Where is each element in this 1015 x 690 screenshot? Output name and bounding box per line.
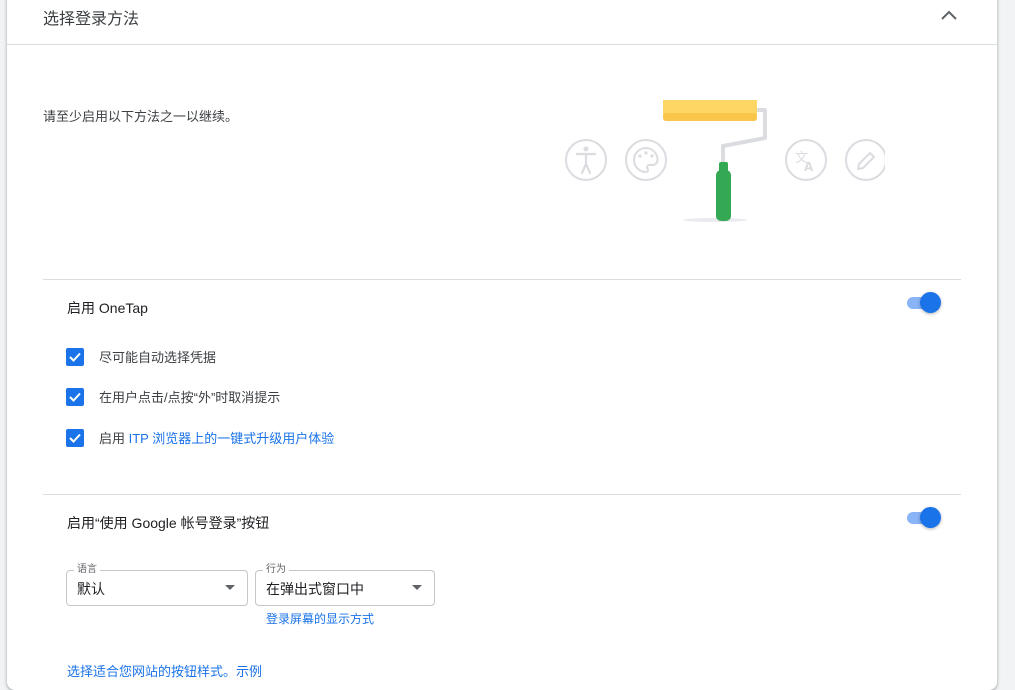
- card-header[interactable]: 选择登录方法: [7, 0, 997, 45]
- illustration: 文 A: [555, 96, 887, 235]
- behavior-value: 在弹出式窗口中: [266, 581, 364, 597]
- option-itp-upgrade[interactable]: 启用 ITP 浏览器上的一键式升级用户体验: [66, 428, 334, 447]
- language-value: 默认: [77, 581, 105, 597]
- chevron-up-icon: [941, 10, 957, 20]
- dropdown-arrow-icon: [225, 585, 235, 590]
- checkmark-icon: [69, 392, 81, 402]
- google-button-title: 启用“使用 Google 帐号登录”按钮: [67, 515, 270, 531]
- accessibility-icon: [565, 139, 607, 181]
- divider: [43, 279, 961, 280]
- button-style-link[interactable]: 选择适合您网站的按钮样式。示例: [67, 661, 262, 680]
- option-label: 尽可能自动选择凭据: [99, 350, 217, 365]
- edit-pencil-icon: [845, 139, 887, 181]
- behavior-help-link[interactable]: 登录屏幕的显示方式: [266, 610, 374, 627]
- behavior-select[interactable]: 行为 在弹出式窗口中: [255, 564, 435, 606]
- google-button-toggle[interactable]: [905, 507, 941, 529]
- language-legend: 语言: [74, 564, 100, 576]
- checkmark-icon: [69, 433, 81, 443]
- onetap-toggle[interactable]: [905, 292, 941, 314]
- toggle-thumb: [920, 507, 941, 528]
- dropdown-arrow-icon: [412, 585, 422, 590]
- onetap-title: 启用 OneTap: [67, 300, 148, 316]
- option-auto-select[interactable]: 尽可能自动选择凭据: [66, 347, 216, 366]
- option-label: 启用 ITP 浏览器上的一键式升级用户体验: [99, 428, 334, 447]
- translate-icon: 文 A: [785, 139, 827, 181]
- collapse-button[interactable]: [935, 2, 963, 30]
- language-select[interactable]: 语言 默认: [66, 564, 248, 606]
- option-cancel-on-tap-outside[interactable]: 在用户点击/点按“外”时取消提示: [66, 387, 280, 406]
- behavior-legend: 行为: [263, 564, 289, 576]
- palette-icon: [625, 139, 667, 181]
- toggle-thumb: [920, 292, 941, 313]
- svg-text:A: A: [804, 160, 814, 174]
- checkmark-icon: [69, 352, 81, 362]
- option-label-prefix: 启用: [99, 431, 129, 446]
- divider: [43, 494, 961, 495]
- settings-card: 选择登录方法 请至少启用以下方法之一以继续。 文 A 启用 OneTap 尽可能…: [7, 0, 997, 690]
- itp-upgrade-checkbox[interactable]: [66, 428, 84, 447]
- itp-upgrade-link[interactable]: ITP 浏览器上的一键式升级用户体验: [129, 431, 335, 446]
- auto-select-checkbox[interactable]: [66, 347, 84, 366]
- card-title: 选择登录方法: [43, 11, 140, 28]
- option-label: 在用户点击/点按“外”时取消提示: [99, 390, 281, 405]
- cancel-on-tap-outside-checkbox[interactable]: [66, 387, 84, 406]
- intro-text: 请至少启用以下方法之一以继续。: [43, 109, 239, 124]
- paint-roller-icon: [663, 96, 767, 222]
